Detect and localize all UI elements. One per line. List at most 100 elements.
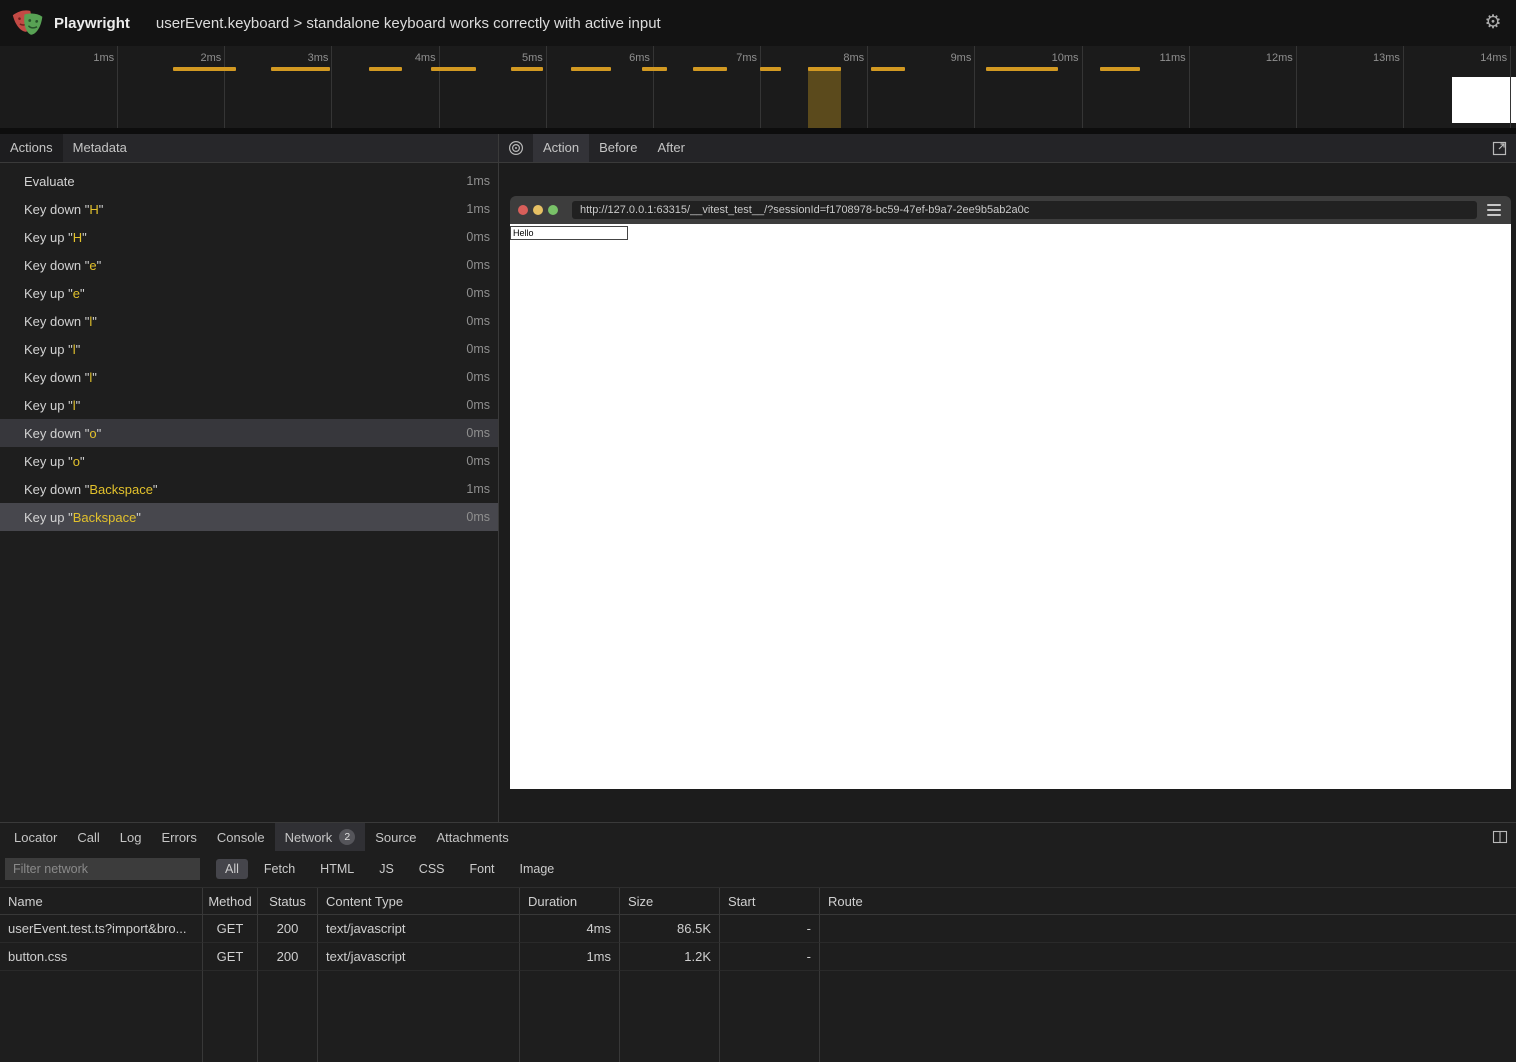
network-request-row[interactable]: userEvent.test.ts?import&bro... GET 200 … [0, 915, 1516, 943]
action-duration: 0ms [466, 286, 490, 300]
pick-locator-target-icon[interactable] [499, 134, 533, 162]
action-row[interactable]: Key down "l" 0ms [0, 307, 498, 335]
timeline-screenshot-thumbnail[interactable] [1452, 77, 1516, 123]
timeline-ms-label: 6ms [590, 52, 650, 64]
action-duration: 0ms [466, 370, 490, 384]
action-row[interactable]: Key up "e" 0ms [0, 279, 498, 307]
timeline-ms-label: 7ms [697, 52, 757, 64]
action-row[interactable]: Key down "l" 0ms [0, 363, 498, 391]
browser-menu-icon[interactable] [1487, 204, 1501, 216]
action-row[interactable]: Evaluate 1ms [0, 167, 498, 195]
snapshot-page [510, 224, 1511, 789]
split-view-toggle-icon[interactable] [1492, 829, 1508, 848]
timeline-gridline [1296, 46, 1297, 128]
timeline-gridline [117, 46, 118, 128]
network-table-header: Name Method Status Content Type Duration… [0, 887, 1516, 915]
timeline-action-tick [173, 67, 236, 71]
traffic-light-red-icon [518, 205, 528, 215]
tab-attachments[interactable]: Attachments [426, 823, 518, 851]
col-route: Route [820, 888, 1516, 914]
action-duration: 0ms [466, 426, 490, 440]
timeline-ms-label: 1ms [54, 52, 114, 64]
request-duration: 4ms [520, 915, 620, 943]
filter-chip-font[interactable]: Font [461, 859, 504, 879]
timeline-ms-label: 9ms [911, 52, 971, 64]
timeline[interactable]: 1ms2ms3ms4ms5ms6ms7ms8ms9ms10ms11ms12ms1… [0, 46, 1516, 134]
action-row[interactable]: Key up "o" 0ms [0, 447, 498, 475]
request-content-type: text/javascript [318, 943, 520, 971]
action-row[interactable]: Key down "Backspace" 1ms [0, 475, 498, 503]
network-request-row[interactable]: button.css GET 200 text/javascript 1ms 1… [0, 943, 1516, 971]
settings-gear-icon[interactable]: ⚙ [1480, 10, 1506, 36]
tab-metadata[interactable]: Metadata [63, 134, 137, 162]
timeline-ms-label: 3ms [268, 52, 328, 64]
request-route [820, 943, 1516, 971]
action-duration: 0ms [466, 510, 490, 524]
tab-after[interactable]: After [647, 134, 694, 162]
actions-tabbar: Actions Metadata [0, 134, 498, 163]
request-size: 86.5K [620, 915, 720, 943]
tab-locator[interactable]: Locator [4, 823, 67, 851]
timeline-action-tick [642, 67, 667, 71]
timeline-gridline [1189, 46, 1190, 128]
request-start: - [720, 943, 820, 971]
request-status: 200 [258, 943, 318, 971]
tab-console[interactable]: Console [207, 823, 275, 851]
filter-chip-html[interactable]: HTML [311, 859, 363, 879]
action-duration: 0ms [466, 258, 490, 272]
request-duration: 1ms [520, 943, 620, 971]
action-duration: 0ms [466, 454, 490, 468]
request-size: 1.2K [620, 943, 720, 971]
filter-chip-fetch[interactable]: Fetch [255, 859, 304, 879]
page-text-input[interactable] [510, 226, 628, 240]
timeline-action-tick [693, 67, 727, 71]
action-duration: 0ms [466, 230, 490, 244]
action-title: Key up "l" [24, 342, 80, 357]
action-row[interactable]: Key down "e" 0ms [0, 251, 498, 279]
col-size: Size [620, 888, 720, 914]
action-title: Key down "e" [24, 258, 101, 273]
action-row[interactable]: Key up "Backspace" 0ms [0, 503, 498, 531]
resource-type-filters: All Fetch HTML JS CSS Font Image [216, 859, 570, 879]
timeline-gridline [867, 46, 868, 128]
action-row[interactable]: Key up "l" 0ms [0, 335, 498, 363]
tab-actions[interactable]: Actions [0, 134, 63, 162]
timeline-gridline [1403, 46, 1404, 128]
timeline-action-tick [986, 67, 1058, 71]
action-row[interactable]: Key down "H" 1ms [0, 195, 498, 223]
tab-action[interactable]: Action [533, 134, 589, 162]
request-status: 200 [258, 915, 318, 943]
timeline-action-tick [271, 67, 330, 71]
main-split: Actions Metadata Evaluate 1ms Key down "… [0, 134, 1516, 822]
filter-chip-image[interactable]: Image [511, 859, 564, 879]
tab-log[interactable]: Log [110, 823, 152, 851]
address-bar[interactable]: http://127.0.0.1:63315/__vitest_test__/?… [572, 201, 1477, 219]
tab-before[interactable]: Before [589, 134, 647, 162]
traffic-light-yellow-icon [533, 205, 543, 215]
tab-errors[interactable]: Errors [151, 823, 206, 851]
action-row[interactable]: Key down "o" 0ms [0, 419, 498, 447]
timeline-ms-label: 8ms [804, 52, 864, 64]
tab-source[interactable]: Source [365, 823, 426, 851]
tab-call[interactable]: Call [67, 823, 109, 851]
network-filter-input[interactable] [5, 858, 200, 880]
col-duration: Duration [520, 888, 620, 914]
network-filter-row: All Fetch HTML JS CSS Font Image [0, 851, 1516, 887]
timeline-ms-label: 12ms [1233, 52, 1293, 64]
open-snapshot-external-icon[interactable] [1482, 134, 1516, 162]
filter-chip-css[interactable]: CSS [410, 859, 454, 879]
col-method: Method [203, 888, 258, 914]
request-content-type: text/javascript [318, 915, 520, 943]
action-row[interactable]: Key up "H" 0ms [0, 223, 498, 251]
timeline-action-tick [571, 67, 611, 71]
request-route [820, 915, 1516, 943]
traffic-light-green-icon [548, 205, 558, 215]
action-duration: 1ms [466, 174, 490, 188]
filter-chip-all[interactable]: All [216, 859, 248, 879]
browser-chrome: http://127.0.0.1:63315/__vitest_test__/?… [510, 196, 1511, 224]
timeline-ms-label: 4ms [376, 52, 436, 64]
action-row[interactable]: Key up "l" 0ms [0, 391, 498, 419]
tab-network[interactable]: Network 2 [275, 823, 366, 851]
timeline-action-tick [871, 67, 904, 71]
filter-chip-js[interactable]: JS [370, 859, 403, 879]
